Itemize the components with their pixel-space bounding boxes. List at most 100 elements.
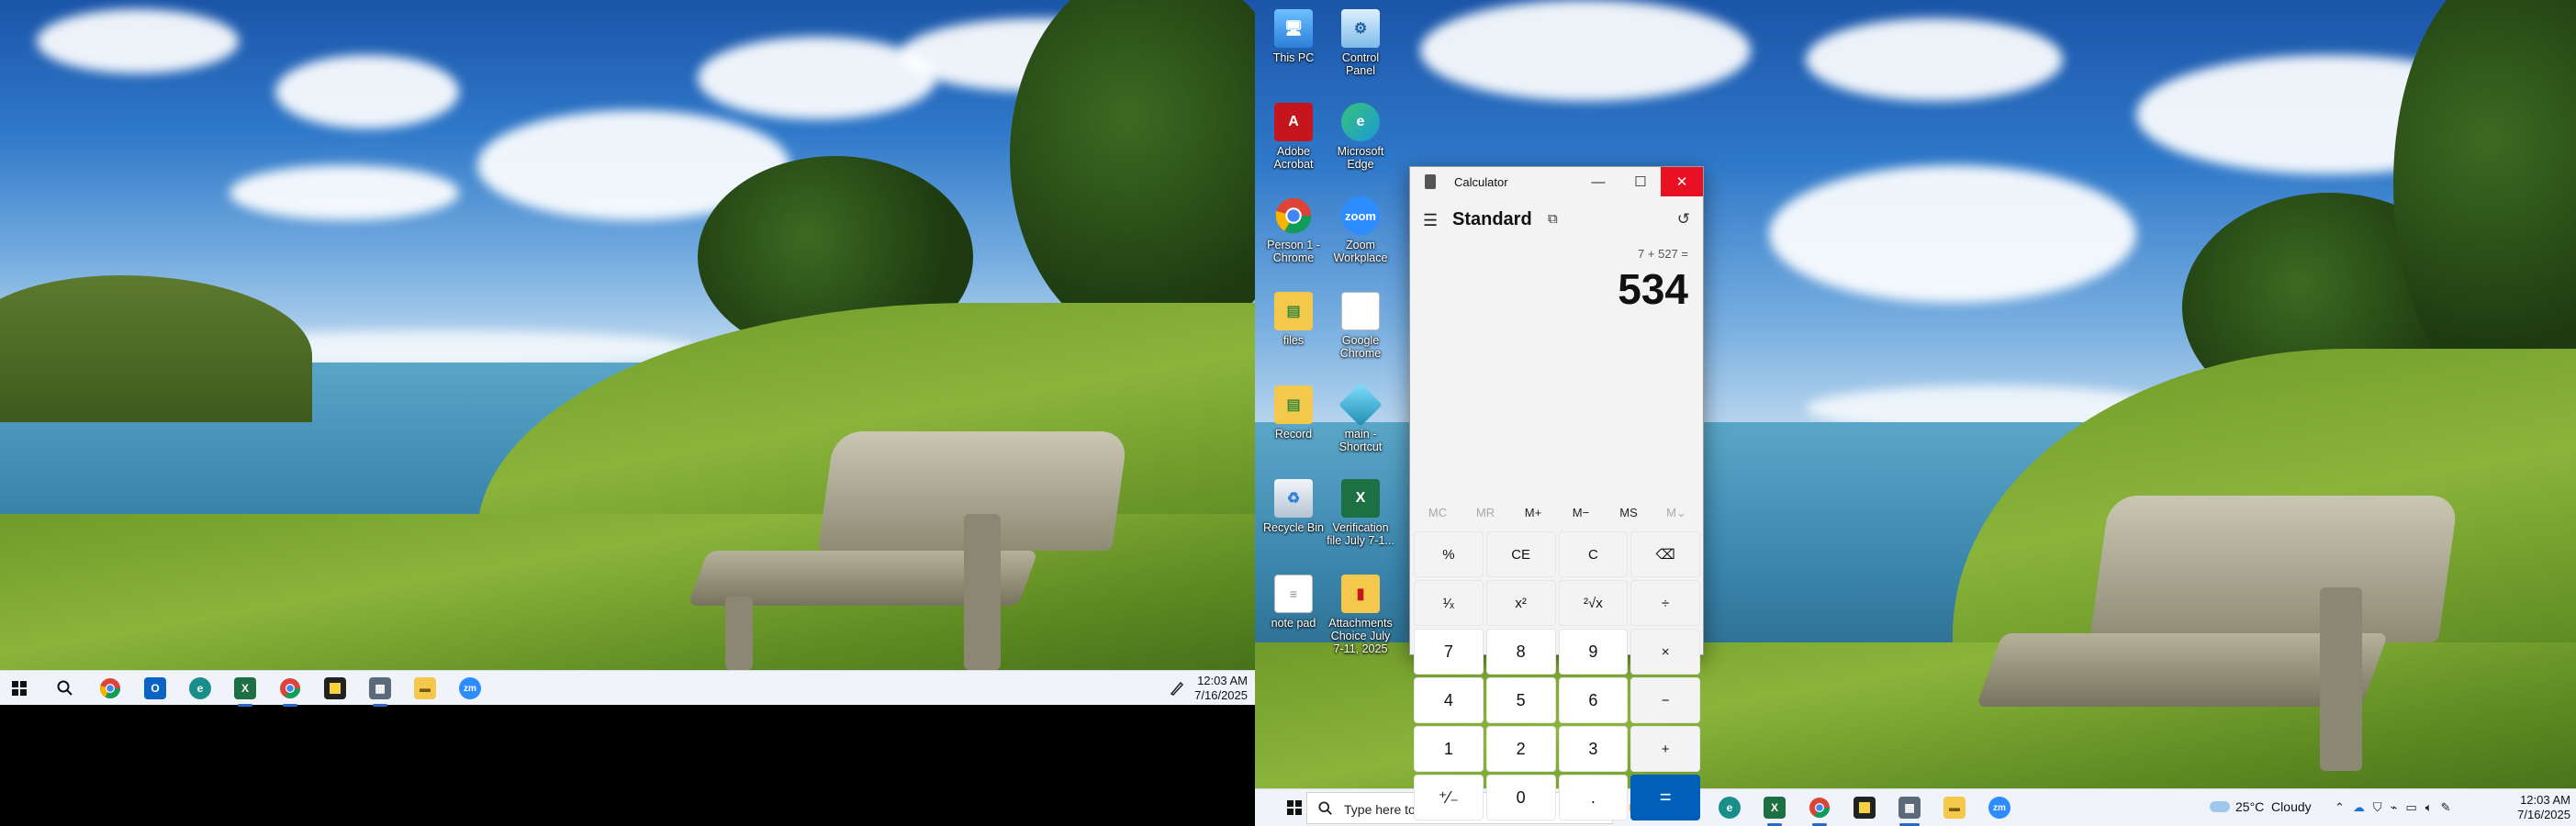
calculator-titlebar[interactable]: Calculator — ☐ ✕ <box>1410 167 1703 196</box>
decimal-button[interactable]: . <box>1558 775 1629 820</box>
folder-icon: ▤ <box>1274 385 1313 424</box>
digit-5-button[interactable]: 5 <box>1485 677 1556 723</box>
reciprocal-button[interactable]: ¹⁄ₓ <box>1414 580 1484 626</box>
volume-icon[interactable]: 🔈︎ <box>2425 800 2433 815</box>
onedrive-icon[interactable]: ☁ <box>2353 800 2365 815</box>
chrome-profile-icon[interactable] <box>1804 792 1835 826</box>
desktop-icon-record[interactable]: ▤ Record <box>1260 385 1327 441</box>
right-clock-time: 12:03 AM <box>2520 793 2570 807</box>
square-root-button[interactable]: ²√x <box>1558 580 1629 626</box>
start-icon[interactable] <box>4 673 35 704</box>
desktop-icon-attachments[interactable]: ▮ Attachments Choice July 7-11, 2025 <box>1327 575 1394 655</box>
percent-button[interactable]: % <box>1414 531 1484 577</box>
chrome-icon[interactable] <box>95 673 126 704</box>
calculator-icon[interactable]: ▦ <box>1894 792 1925 826</box>
sticky-notes-icon[interactable] <box>1849 792 1880 823</box>
edge-dev-icon[interactable]: e <box>185 673 216 704</box>
memory-clear-button[interactable]: MC <box>1414 497 1462 529</box>
network-icon[interactable]: ▭ <box>2406 800 2417 815</box>
desktop-icon-google-chrome[interactable]: Google Chrome <box>1327 292 1394 360</box>
digit-2-button[interactable]: 2 <box>1485 726 1556 772</box>
calculator-window[interactable]: Calculator — ☐ ✕ ☰ Standard ⧉ ↺ 7 + 527 … <box>1409 166 1704 820</box>
clear-entry-button[interactable]: CE <box>1485 531 1556 577</box>
desktop-icon-label: note pad <box>1271 617 1316 630</box>
keep-on-top-icon[interactable]: ⧉ <box>1548 211 1558 227</box>
calculator-header: ☰ Standard ⧉ ↺ <box>1410 202 1703 239</box>
digit-9-button[interactable]: 9 <box>1558 629 1629 675</box>
window-title: Calculator <box>1454 175 1508 189</box>
file-explorer-icon[interactable]: ▬ <box>409 673 441 704</box>
maximize-button[interactable]: ☐ <box>1620 167 1661 196</box>
start-icon[interactable] <box>1279 792 1310 823</box>
sticky-notes-icon[interactable] <box>319 673 351 704</box>
memory-store-button[interactable]: MS <box>1605 497 1652 529</box>
edge-icon: e <box>1341 103 1380 141</box>
backspace-button[interactable]: ⌫ <box>1630 531 1700 577</box>
desktop-icon-zoom-workplace[interactable]: zoom Zoom Workplace <box>1327 196 1394 264</box>
minimize-button[interactable]: — <box>1578 167 1618 196</box>
desktop-icon-control-panel[interactable]: ⚙ Control Panel <box>1327 9 1394 77</box>
digit-1-button[interactable]: 1 <box>1414 726 1484 772</box>
desktop-icon-microsoft-edge[interactable]: e Microsoft Edge <box>1327 103 1394 171</box>
right-clock[interactable]: 12:03 AM 7/16/2025 <box>2517 793 2570 822</box>
divide-button[interactable]: ÷ <box>1630 580 1700 626</box>
pen-tray-icon[interactable] <box>1161 673 1193 704</box>
negate-button[interactable]: ⁺⁄₋ <box>1414 775 1484 820</box>
pen-tray-icon[interactable]: ✎ <box>2441 800 2451 815</box>
clear-button[interactable]: C <box>1558 531 1629 577</box>
digit-3-button[interactable]: 3 <box>1558 726 1629 772</box>
hamburger-menu-icon[interactable]: ☰ <box>1423 211 1438 230</box>
chevron-up-icon[interactable]: ⌃ <box>2335 800 2345 815</box>
left-taskbar: O e X ▦ ▬ zm 12:03 AM 7/16/2025 <box>0 670 1255 707</box>
close-button[interactable]: ✕ <box>1661 167 1703 196</box>
add-button[interactable]: + <box>1630 726 1700 772</box>
desktop-icon-label: Attachments Choice July 7-11, 2025 <box>1328 617 1393 655</box>
memory-recall-button[interactable]: MR <box>1462 497 1509 529</box>
memory-subtract-button[interactable]: M− <box>1557 497 1605 529</box>
square-button[interactable]: x² <box>1485 580 1556 626</box>
desktop-icon-adobe-acrobat[interactable]: A Adobe Acrobat <box>1260 103 1327 171</box>
chrome-icon <box>1274 196 1313 235</box>
edge-dev-icon[interactable]: e <box>1714 792 1745 823</box>
memory-add-button[interactable]: M+ <box>1509 497 1557 529</box>
usb-icon[interactable]: ⌁ <box>2391 800 2398 815</box>
security-icon[interactable]: ⛉ <box>2373 800 2382 815</box>
zoom-icon[interactable]: zm <box>454 673 486 704</box>
zoom-icon[interactable]: zm <box>1984 792 2015 823</box>
calculator-icon[interactable]: ▦ <box>364 673 396 707</box>
left-clock[interactable]: 12:03 AM 7/16/2025 <box>1194 674 1248 703</box>
desktop-icon-note-pad[interactable]: ≡ note pad <box>1260 575 1327 630</box>
search-icon[interactable] <box>50 673 81 704</box>
desktop-icon-recycle-bin[interactable]: ♻ Recycle Bin <box>1260 479 1327 534</box>
digit-8-button[interactable]: 8 <box>1485 629 1556 675</box>
desktop-icon-main-shortcut[interactable]: main - Shortcut <box>1327 383 1394 453</box>
result-display: 534 <box>1618 264 1688 314</box>
weather-widget[interactable]: 25°C Cloudy <box>2210 799 2312 814</box>
desktop-icon-this-pc[interactable]: 🖥 This PC <box>1260 9 1327 64</box>
desktop-icon-files[interactable]: ▤ files <box>1260 292 1327 347</box>
mode-title: Standard <box>1452 209 1532 229</box>
folder-icon: ▤ <box>1274 292 1313 330</box>
digit-6-button[interactable]: 6 <box>1558 677 1629 723</box>
history-icon[interactable]: ↺ <box>1677 210 1690 229</box>
pdf-folder-icon: ▮ <box>1341 575 1380 613</box>
desktop-icon-person-1-chrome[interactable]: Person 1 - Chrome <box>1260 196 1327 264</box>
digit-0-button[interactable]: 0 <box>1485 775 1556 820</box>
memory-list-button[interactable]: M⌄ <box>1652 497 1700 529</box>
file-explorer-icon[interactable]: ▬ <box>1939 792 1970 823</box>
desktop-icon-label: Recycle Bin <box>1263 521 1324 534</box>
digit-4-button[interactable]: 4 <box>1414 677 1484 723</box>
chrome-profile-icon[interactable] <box>274 673 306 707</box>
desktop-icon-label: Control Panel <box>1341 51 1380 77</box>
excel-icon[interactable]: X <box>230 673 261 707</box>
desktop-icon-label: main - Shortcut <box>1338 428 1383 453</box>
desktop-icon-label: Zoom Workplace <box>1333 239 1388 264</box>
desktop-icon-verification-file[interactable]: X Verification file July 7-1... <box>1327 479 1394 547</box>
desktop-wallpaper <box>0 0 1255 670</box>
digit-7-button[interactable]: 7 <box>1414 629 1484 675</box>
multiply-button[interactable]: × <box>1630 629 1700 675</box>
outlook-icon[interactable]: O <box>140 673 171 704</box>
subtract-button[interactable]: − <box>1630 677 1700 723</box>
excel-icon[interactable]: X <box>1759 792 1790 826</box>
equals-button[interactable]: = <box>1630 775 1700 820</box>
